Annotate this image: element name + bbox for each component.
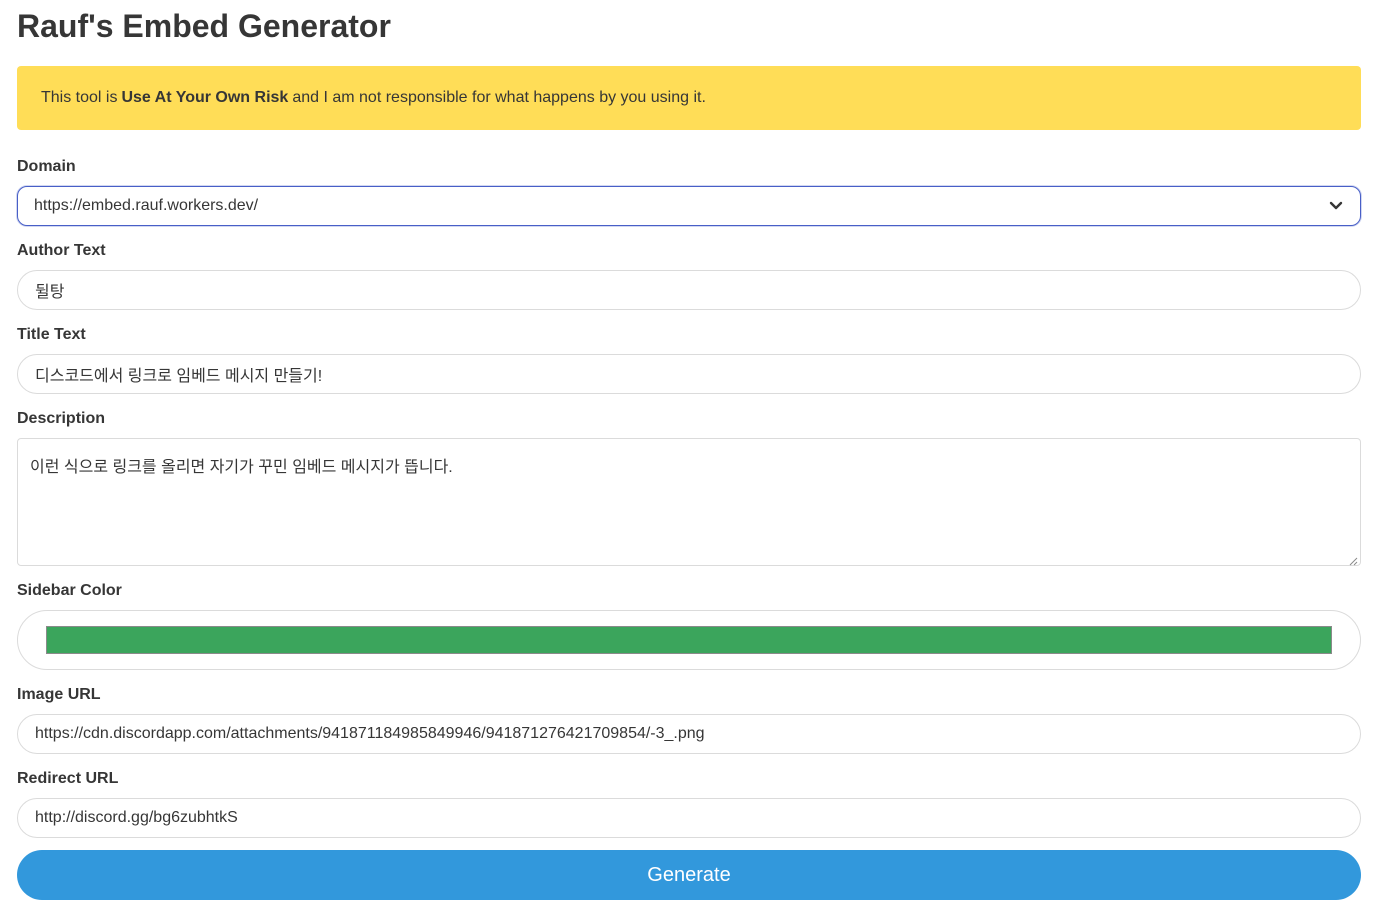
risk-warning-notice: This tool is Use At Your Own Risk and I … — [17, 66, 1361, 130]
page-title: Rauf's Embed Generator — [17, 8, 391, 44]
color-swatch[interactable] — [46, 626, 1332, 654]
notice-emphasis: Use At Your Own Risk — [121, 89, 289, 106]
domain-selected-value: https://embed.rauf.workers.dev/ — [34, 197, 259, 214]
chevron-down-icon — [1328, 198, 1344, 214]
generate-button[interactable]: Generate — [17, 850, 1361, 900]
title-text-label: Title Text — [17, 326, 86, 343]
image-url-input[interactable]: https://cdn.discordapp.com/attachments/9… — [17, 714, 1361, 754]
image-url-label: Image URL — [17, 686, 101, 703]
author-text-input[interactable]: 뒬탕 — [17, 270, 1361, 310]
description-label: Description — [17, 410, 106, 427]
redirect-url-value: http://discord.gg/bg6zubhtkS — [35, 809, 238, 826]
title-text-input[interactable]: 디스코드에서 링크로 임베드 메시지 만들기! — [17, 354, 1361, 394]
domain-select[interactable]: https://embed.rauf.workers.dev/ — [17, 186, 1361, 226]
author-text-label: Author Text — [17, 242, 106, 259]
description-value: 이런 식으로 링크를 올리면 자기가 꾸민 임베드 메시지가 뜹니다. — [30, 459, 453, 476]
notice-suffix: and I am not responsible for what happen… — [292, 89, 706, 106]
redirect-url-label: Redirect URL — [17, 770, 119, 787]
image-url-value: https://cdn.discordapp.com/attachments/9… — [35, 725, 705, 742]
sidebar-color-label: Sidebar Color — [17, 582, 122, 599]
author-text-value: 뒬탕 — [35, 284, 65, 301]
sidebar-color-input[interactable] — [17, 610, 1361, 670]
notice-prefix: This tool is — [41, 89, 118, 106]
resize-grip-icon[interactable] — [1348, 553, 1358, 566]
domain-label: Domain — [17, 158, 76, 175]
redirect-url-input[interactable]: http://discord.gg/bg6zubhtkS — [17, 798, 1361, 838]
title-text-value: 디스코드에서 링크로 임베드 메시지 만들기! — [35, 368, 323, 385]
embed-generator-page: Rauf's Embed Generator This tool is Use … — [0, 0, 1377, 908]
description-textarea[interactable]: 이런 식으로 링크를 올리면 자기가 꾸민 임베드 메시지가 뜹니다. — [17, 438, 1361, 566]
